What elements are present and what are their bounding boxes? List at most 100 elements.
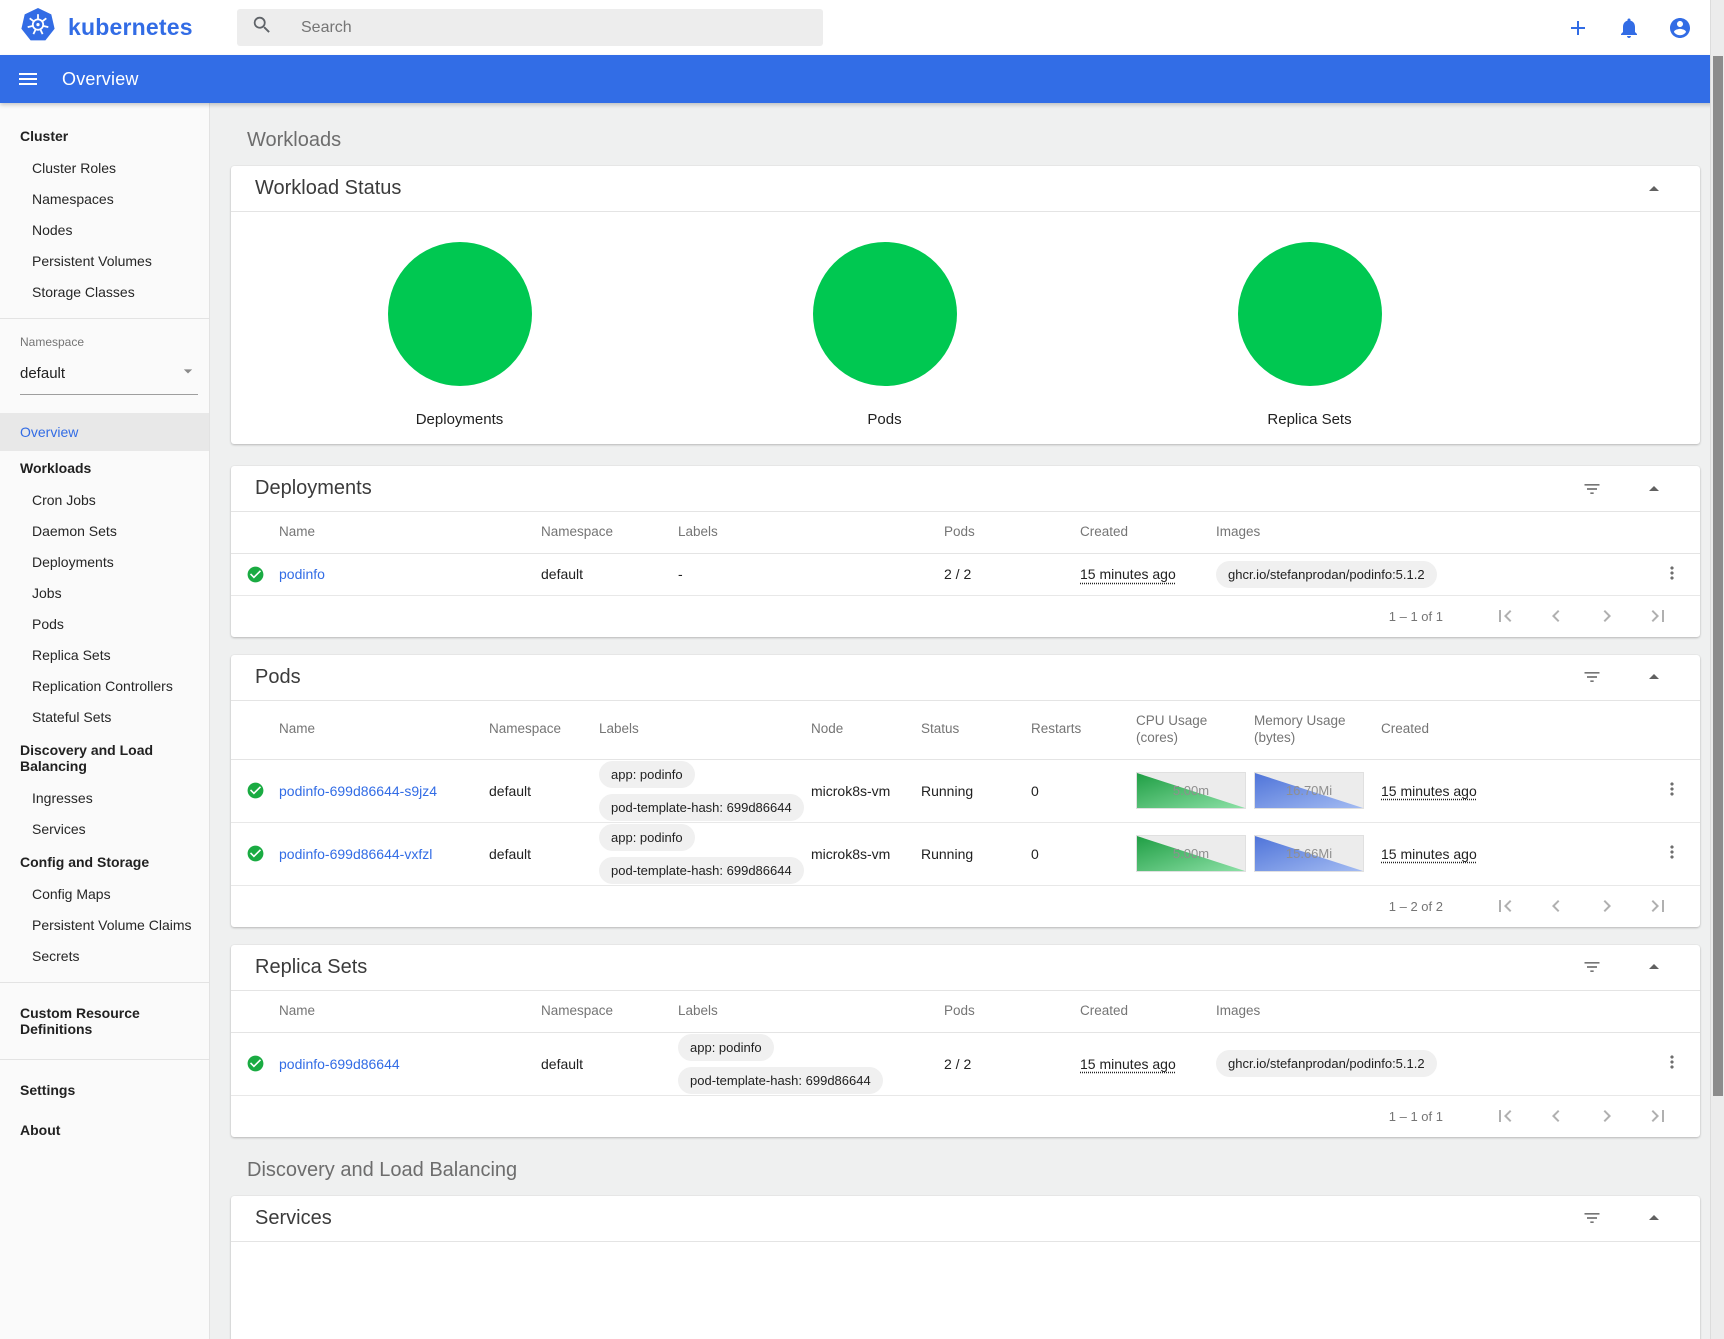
pod-name-link[interactable]: podinfo-699d86644-s9jz4 xyxy=(279,783,437,799)
sidebar-item-about[interactable]: About xyxy=(0,1110,209,1150)
deployments-chart-label: Deployments xyxy=(416,411,504,428)
kubernetes-brand[interactable]: kubernetes xyxy=(20,7,237,48)
memory-usage-value: 15.66Mi xyxy=(1255,836,1363,871)
sidebar-item-overview[interactable]: Overview xyxy=(0,413,209,451)
pod-label-chip: app: podinfo xyxy=(599,824,695,851)
sidebar-item-cluster-roles[interactable]: Cluster Roles xyxy=(0,153,209,184)
first-page-icon[interactable] xyxy=(1493,1104,1517,1128)
sidebar-item-jobs[interactable]: Jobs xyxy=(0,578,209,609)
filter-icon[interactable] xyxy=(1580,477,1604,501)
sidebar-item-cron-jobs[interactable]: Cron Jobs xyxy=(0,485,209,516)
deployment-name-link[interactable]: podinfo xyxy=(279,566,325,582)
dropdown-arrow-icon xyxy=(178,361,198,385)
collapse-arrow-icon[interactable] xyxy=(1642,1206,1666,1230)
sidebar-item-config-maps[interactable]: Config Maps xyxy=(0,879,209,910)
sidebar-item-nodes[interactable]: Nodes xyxy=(0,215,209,246)
replica-set-name-link[interactable]: podinfo-699d86644 xyxy=(279,1056,400,1072)
pod-restarts: 0 xyxy=(1031,783,1136,799)
scrollbar-track[interactable] xyxy=(1710,0,1724,1339)
row-menu-kebab-icon[interactable] xyxy=(1658,1048,1686,1079)
sidebar-item-persistent-volume-claims[interactable]: Persistent Volume Claims xyxy=(0,910,209,941)
row-menu-kebab-icon[interactable] xyxy=(1658,775,1686,806)
last-page-icon[interactable] xyxy=(1646,894,1670,918)
col-header-namespace: Namespace xyxy=(541,991,678,1032)
search-bar[interactable] xyxy=(237,9,823,46)
sidebar-item-replication-controllers[interactable]: Replication Controllers xyxy=(0,671,209,702)
create-resource-button[interactable] xyxy=(1566,16,1590,40)
col-header-name: Name xyxy=(279,512,541,553)
pods-card-title: Pods xyxy=(255,666,1580,689)
sidebar-header-config-storage: Config and Storage xyxy=(0,845,209,879)
filter-icon[interactable] xyxy=(1580,665,1604,689)
notifications-bell-button[interactable] xyxy=(1617,16,1641,40)
deployment-row: podinfo default - 2 / 2 15 minutes ago g… xyxy=(231,554,1700,596)
sidebar-item-services[interactable]: Services xyxy=(0,814,209,845)
col-header-pods: Pods xyxy=(944,512,1080,553)
app-bar: Overview xyxy=(0,55,1724,103)
row-menu-kebab-icon[interactable] xyxy=(1658,838,1686,869)
col-header-namespace: Namespace xyxy=(489,709,599,750)
namespace-select[interactable]: default xyxy=(20,361,198,395)
collapse-arrow-icon[interactable] xyxy=(1642,665,1666,689)
sidebar-item-deployments[interactable]: Deployments xyxy=(0,547,209,578)
kubernetes-logo-icon xyxy=(20,7,56,48)
pod-label-chip: pod-template-hash: 699d86644 xyxy=(599,794,804,821)
col-header-images: Images xyxy=(1216,512,1644,553)
sidebar-item-daemon-sets[interactable]: Daemon Sets xyxy=(0,516,209,547)
col-header-labels: Labels xyxy=(599,709,811,750)
sidebar-item-custom-resource-definitions[interactable]: Custom Resource Definitions xyxy=(0,993,209,1049)
first-page-icon[interactable] xyxy=(1493,604,1517,628)
last-page-icon[interactable] xyxy=(1646,604,1670,628)
memory-usage-sparkline: 15.66Mi xyxy=(1254,835,1364,872)
row-menu-kebab-icon[interactable] xyxy=(1658,559,1686,590)
sidebar-divider xyxy=(0,318,209,319)
deployments-card: Deployments Name Namespace Labels Pods C… xyxy=(231,466,1700,637)
sidebar-header-cluster: Cluster xyxy=(0,119,209,153)
status-ok-icon xyxy=(231,565,279,584)
scrollbar-thumb[interactable] xyxy=(1713,56,1723,1096)
col-header-labels: Labels xyxy=(678,991,944,1032)
sidebar-item-persistent-volumes[interactable]: Persistent Volumes xyxy=(0,246,209,277)
pod-node: microk8s-vm xyxy=(811,846,921,862)
deployment-labels: - xyxy=(678,566,944,582)
collapse-arrow-icon[interactable] xyxy=(1642,477,1666,501)
sidebar-nav: Cluster Cluster Roles Namespaces Nodes P… xyxy=(0,103,210,1339)
first-page-icon[interactable] xyxy=(1493,894,1517,918)
sidebar-item-secrets[interactable]: Secrets xyxy=(0,941,209,972)
collapse-arrow-icon[interactable] xyxy=(1642,955,1666,979)
col-header-name: Name xyxy=(279,709,489,750)
deployment-pods-count: 2 / 2 xyxy=(944,566,1080,582)
pod-created: 15 minutes ago xyxy=(1381,846,1477,862)
replica-set-namespace: default xyxy=(541,1056,678,1072)
status-chart-deployments: Deployments xyxy=(247,212,672,444)
user-account-button[interactable] xyxy=(1668,16,1692,40)
filter-icon[interactable] xyxy=(1580,955,1604,979)
next-page-icon[interactable] xyxy=(1595,604,1619,628)
pod-label-chip: app: podinfo xyxy=(599,761,695,788)
main-content: Workloads Workload Status Deployments xyxy=(210,103,1724,1339)
filter-icon[interactable] xyxy=(1580,1206,1604,1230)
replica-sets-status-donut xyxy=(1238,242,1382,386)
hamburger-menu-button[interactable] xyxy=(16,67,40,91)
next-page-icon[interactable] xyxy=(1595,1104,1619,1128)
pod-name-link[interactable]: podinfo-699d86644-vxfzl xyxy=(279,846,432,862)
prev-page-icon[interactable] xyxy=(1544,604,1568,628)
sidebar-item-ingresses[interactable]: Ingresses xyxy=(0,783,209,814)
sidebar-item-storage-classes[interactable]: Storage Classes xyxy=(0,277,209,308)
search-input[interactable] xyxy=(301,19,781,37)
sidebar-item-pods[interactable]: Pods xyxy=(0,609,209,640)
top-header: kubernetes xyxy=(0,0,1724,55)
collapse-arrow-icon[interactable] xyxy=(1642,177,1666,201)
col-header-name: Name xyxy=(279,991,541,1032)
pod-row: podinfo-699d86644-s9jz4 default app: pod… xyxy=(231,760,1700,823)
next-page-icon[interactable] xyxy=(1595,894,1619,918)
sidebar-item-namespaces[interactable]: Namespaces xyxy=(0,184,209,215)
sidebar-item-replica-sets[interactable]: Replica Sets xyxy=(0,640,209,671)
pod-namespace: default xyxy=(489,783,599,799)
sidebar-item-stateful-sets[interactable]: Stateful Sets xyxy=(0,702,209,733)
prev-page-icon[interactable] xyxy=(1544,894,1568,918)
sidebar-item-settings[interactable]: Settings xyxy=(0,1070,209,1110)
prev-page-icon[interactable] xyxy=(1544,1104,1568,1128)
last-page-icon[interactable] xyxy=(1646,1104,1670,1128)
col-header-node: Node xyxy=(811,709,921,750)
